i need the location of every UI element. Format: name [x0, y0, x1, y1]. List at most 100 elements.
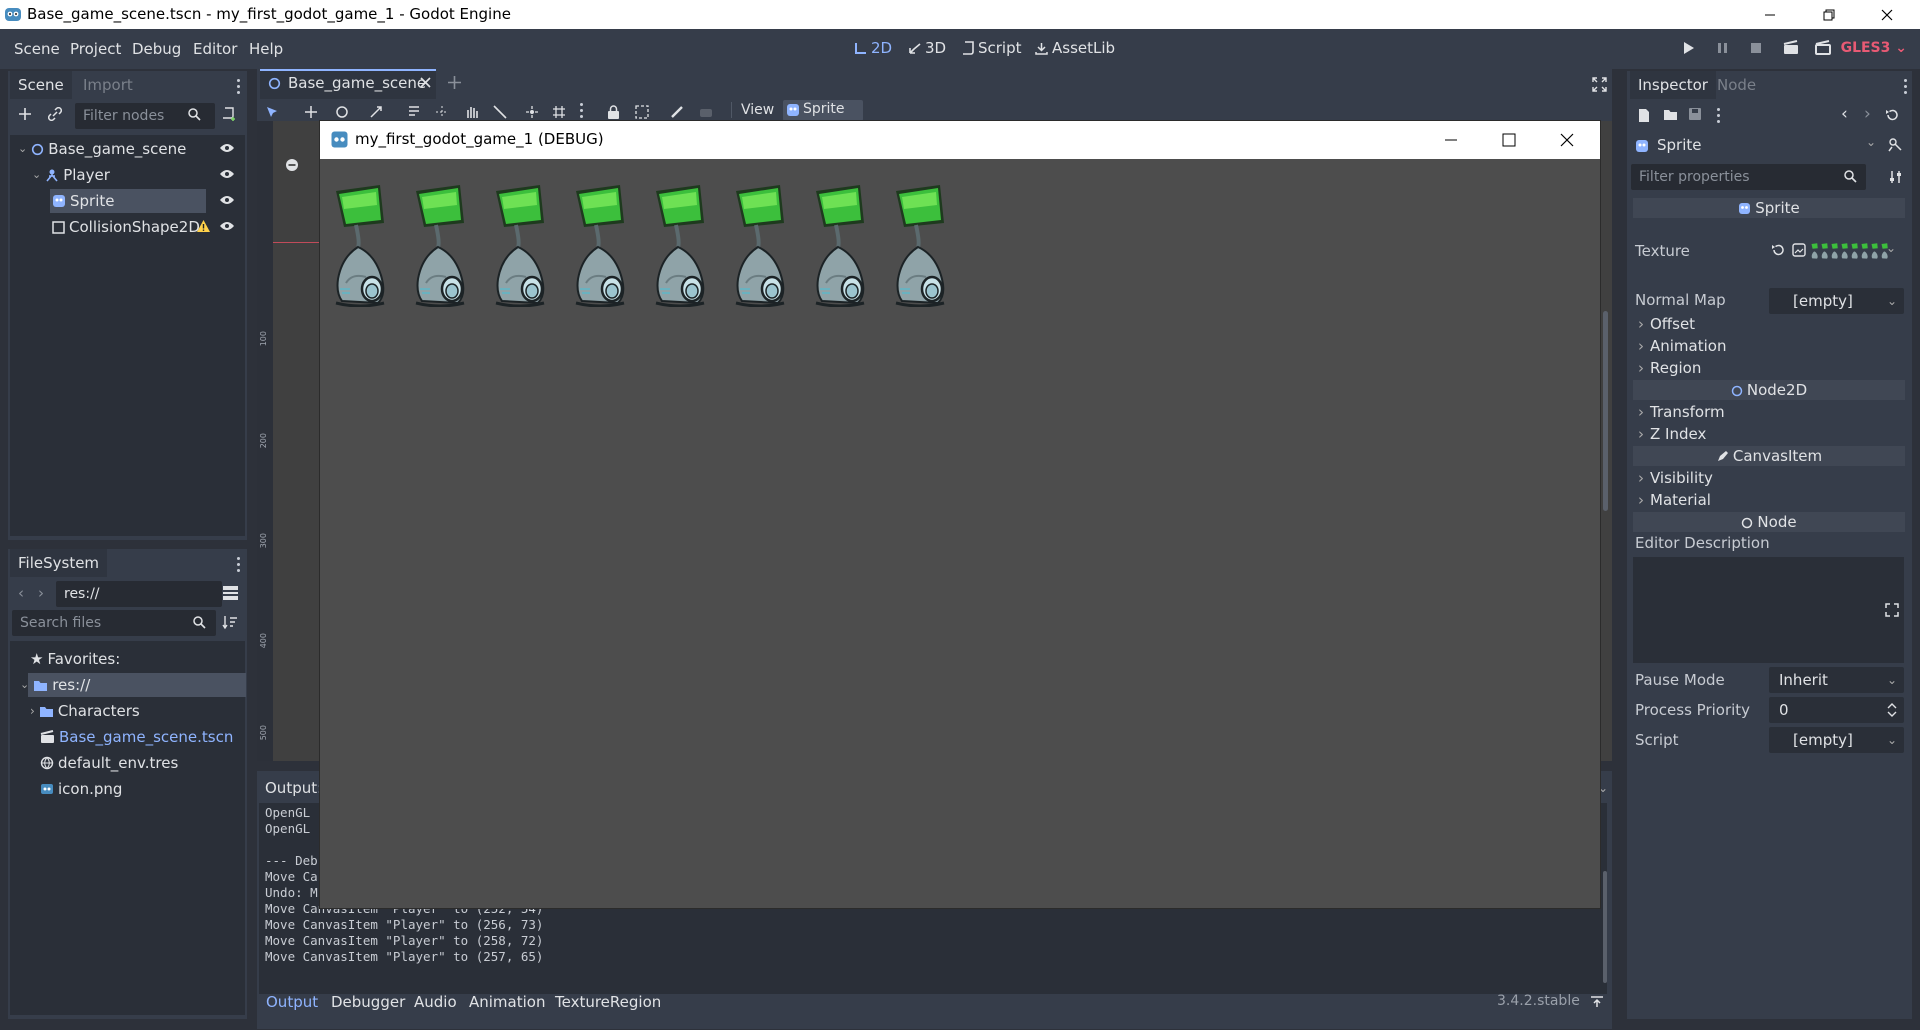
- group-animation[interactable]: › Animation: [1633, 335, 1905, 357]
- game-debug-window[interactable]: my_first_godot_game_1 (DEBUG): [319, 120, 1601, 909]
- tab-node[interactable]: Node: [1709, 71, 1764, 99]
- section-canvasitem[interactable]: CanvasItem: [1633, 446, 1905, 466]
- tree-row-sprite[interactable]: Sprite: [52, 189, 115, 213]
- close-tab-icon[interactable]: [420, 77, 431, 88]
- resource-options-icon[interactable]: [1717, 108, 1721, 126]
- tree-row-base-game-scene[interactable]: ⌄ Base_game_scene: [18, 137, 186, 161]
- workspace-3d-button[interactable]: 3D: [908, 39, 946, 57]
- file-row-characters[interactable]: › Characters: [30, 699, 140, 723]
- object-properties-icon[interactable]: [1887, 137, 1903, 153]
- section-node2d[interactable]: Node2D: [1633, 380, 1905, 400]
- pause-button[interactable]: [1717, 41, 1729, 55]
- filter-properties-input[interactable]: Filter properties: [1631, 164, 1866, 190]
- tab-textureregion[interactable]: TextureRegion: [555, 993, 661, 1011]
- snap-toggle-icon[interactable]: [525, 105, 539, 119]
- tab-scene[interactable]: Scene: [10, 71, 72, 99]
- view-menu[interactable]: View: [741, 102, 774, 118]
- filesystem-dock-menu-icon[interactable]: [237, 557, 241, 575]
- tab-output[interactable]: Output: [266, 993, 318, 1011]
- save-icon[interactable]: [1688, 107, 1702, 121]
- section-sprite[interactable]: Sprite: [1633, 198, 1905, 218]
- new-tab-icon[interactable]: [447, 75, 462, 90]
- inspector-menu-icon[interactable]: [1904, 79, 1908, 97]
- visibility-eye-icon[interactable]: [219, 142, 235, 154]
- workspace-2d-button[interactable]: 2D: [854, 39, 892, 57]
- canvas-scrollbar[interactable]: [1603, 311, 1608, 511]
- history-forward-icon[interactable]: ›: [1864, 104, 1871, 124]
- tab-audio[interactable]: Audio: [414, 993, 457, 1011]
- minimize-button[interactable]: [1747, 0, 1793, 29]
- pivot-tool-icon[interactable]: [435, 105, 449, 119]
- warning-icon[interactable]: [196, 219, 211, 233]
- property-options-icon[interactable]: [1889, 170, 1903, 184]
- bone-icon[interactable]: [670, 105, 684, 119]
- output-scrollbar[interactable]: [1603, 871, 1607, 983]
- script-field[interactable]: [empty] ⌄: [1769, 727, 1904, 753]
- play-scene-button[interactable]: [1783, 40, 1799, 56]
- tab-inspector[interactable]: Inspector: [1630, 71, 1716, 99]
- lock-icon[interactable]: [607, 105, 620, 119]
- history-icon[interactable]: [1885, 108, 1899, 122]
- split-view-icon[interactable]: [222, 585, 239, 601]
- grid-snap-icon[interactable]: [552, 105, 566, 119]
- select-tool-icon[interactable]: [266, 106, 278, 118]
- snap-options-icon[interactable]: [580, 103, 584, 121]
- object-selector[interactable]: Sprite ⌄: [1632, 133, 1882, 159]
- move-tool-icon[interactable]: [304, 105, 318, 119]
- menu-help[interactable]: Help: [249, 40, 283, 58]
- group-transform[interactable]: › Transform: [1633, 401, 1905, 423]
- new-resource-icon[interactable]: [1637, 108, 1651, 123]
- menu-editor[interactable]: Editor: [193, 40, 237, 58]
- game-maximize-button[interactable]: [1502, 133, 1516, 147]
- normal-map-field[interactable]: [empty] ⌄: [1769, 288, 1904, 314]
- zoom-out-icon[interactable]: [285, 158, 299, 172]
- ruler-tool-icon[interactable]: [493, 105, 507, 119]
- file-row-default-env[interactable]: default_env.tres: [40, 751, 178, 775]
- expand-panel-icon[interactable]: [1590, 996, 1604, 1008]
- file-row-icon-png[interactable]: icon.png: [40, 777, 122, 801]
- group-offset[interactable]: › Offset: [1633, 313, 1905, 335]
- play-button[interactable]: [1683, 41, 1695, 55]
- instance-link-icon[interactable]: [48, 107, 62, 121]
- visibility-eye-icon[interactable]: [219, 168, 235, 180]
- add-node-icon[interactable]: [18, 107, 32, 121]
- menu-debug[interactable]: Debug: [132, 40, 181, 58]
- expand-textarea-icon[interactable]: [1885, 603, 1899, 617]
- spinbox-arrows-icon[interactable]: [1887, 703, 1897, 717]
- history-back-icon[interactable]: ‹: [1841, 104, 1848, 124]
- distraction-free-icon[interactable]: [1592, 77, 1607, 92]
- process-priority-spinbox[interactable]: 0: [1769, 697, 1904, 723]
- tab-animation[interactable]: Animation: [469, 993, 545, 1011]
- tab-debugger[interactable]: Debugger: [331, 993, 405, 1011]
- tab-import[interactable]: Import: [75, 71, 141, 99]
- game-close-button[interactable]: [1560, 133, 1574, 147]
- scene-dock-menu-icon[interactable]: [237, 79, 241, 97]
- editor-description-textarea[interactable]: [1633, 557, 1904, 663]
- tab-filesystem[interactable]: FileSystem: [10, 549, 108, 577]
- pause-mode-select[interactable]: Inherit ⌄: [1769, 667, 1904, 693]
- visibility-eye-icon[interactable]: [219, 194, 235, 206]
- path-field[interactable]: res://: [56, 581, 222, 607]
- menu-scene[interactable]: Scene: [14, 40, 60, 58]
- visibility-eye-icon[interactable]: [219, 220, 235, 232]
- group-visibility[interactable]: › Visibility: [1633, 467, 1905, 489]
- revert-icon[interactable]: [1771, 243, 1785, 257]
- file-row-res[interactable]: ⌄ res://: [20, 673, 90, 697]
- search-files-input[interactable]: Search files: [12, 610, 216, 636]
- file-row-base-game-scene[interactable]: Base_game_scene.tscn: [40, 725, 233, 749]
- open-folder-icon[interactable]: [1663, 108, 1678, 121]
- back-arrow-icon[interactable]: ‹: [18, 584, 24, 602]
- tree-row-collisionshape2d[interactable]: CollisionShape2D: [52, 215, 200, 239]
- camera-override-icon[interactable]: [699, 105, 713, 119]
- game-viewport[interactable]: [320, 159, 1600, 908]
- group-region[interactable]: › Region: [1633, 357, 1905, 379]
- workspace-script-button[interactable]: Script: [962, 39, 1022, 57]
- list-select-icon[interactable]: [408, 105, 421, 119]
- group-z-index[interactable]: › Z Index: [1633, 423, 1905, 445]
- close-button[interactable]: [1864, 0, 1910, 29]
- renderer-selector[interactable]: GLES3 ⌄: [1841, 40, 1907, 56]
- pan-tool-icon[interactable]: [465, 105, 479, 119]
- tab-base-game-scene[interactable]: Base_game_scene: [260, 69, 436, 99]
- group-icon[interactable]: [635, 105, 649, 119]
- forward-arrow-icon[interactable]: ›: [38, 584, 44, 602]
